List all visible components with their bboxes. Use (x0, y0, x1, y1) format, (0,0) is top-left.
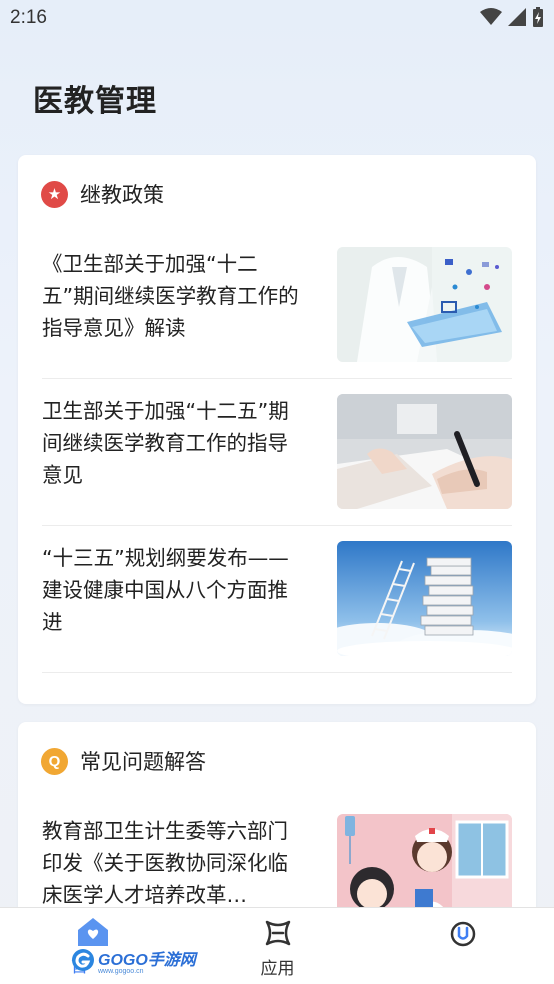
page-title: 医教管理 (33, 84, 157, 119)
profile-icon (450, 921, 475, 947)
star-icon: ★ (41, 180, 68, 208)
faq-card: Q 常见问题解答 教育部卫生计生委等六部门印发《关于医教协同深化临床医学人才培养… (18, 722, 536, 922)
article-thumbnail-signing-document (337, 394, 512, 509)
faq-section-title: 常见问题解答 (80, 750, 206, 774)
article-item[interactable]: “十三五”规划纲要发布——建设健康中国从八个方面推进 (42, 526, 512, 673)
cellular-signal-icon (508, 8, 526, 26)
article-item[interactable]: 《卫生部关于加强“十二五”期间继续医学教育工作的指导意见》解读 (42, 232, 512, 379)
status-time: 2:16 (10, 7, 47, 28)
faq-card-header: Q 常见问题解答 (41, 746, 206, 776)
status-bar: 2:16 (0, 0, 554, 38)
status-icons (480, 7, 544, 27)
article-item[interactable]: 教育部卫生计生委等六部门印发《关于医教协同深化临床医学人才培养改革… (42, 799, 512, 922)
watermark-subtext: www.gogoo.cn (98, 967, 144, 975)
article-title: 卫生部关于加强“十二五”期间继续医学教育工作的指导意见 (42, 399, 289, 487)
wifi-icon (480, 8, 502, 25)
article-title: “十三五”规划纲要发布——建设健康中国从八个方面推进 (42, 546, 289, 634)
policy-card-header: ★ 继教政策 (41, 179, 164, 209)
nav-apps-label: 应用 (260, 959, 295, 979)
article-thumbnail-books-ladder (337, 541, 512, 656)
question-icon: Q (41, 747, 68, 775)
article-thumbnail-nurse-illustration (337, 814, 512, 922)
article-title: 《卫生部关于加强“十二五”期间继续医学教育工作的指导意见》解读 (42, 252, 299, 340)
watermark-g-icon (72, 949, 94, 971)
article-title: 教育部卫生计生委等六部门印发《关于医教协同深化临床医学人才培养改革… (42, 819, 288, 907)
article-thumbnail-doctor-tablet (337, 247, 512, 362)
article-item[interactable]: 卫生部关于加强“十二五”期间继续医学教育工作的指导意见 (42, 379, 512, 526)
watermark-logo: GOGO手游网 www.gogoo.cn (70, 946, 196, 975)
policy-section-title: 继教政策 (80, 183, 164, 207)
home-icon (77, 918, 108, 946)
watermark-text: GOGO手游网 (98, 951, 196, 969)
battery-icon (533, 7, 543, 27)
nav-me[interactable] (425, 908, 500, 984)
apps-icon (265, 920, 290, 946)
nav-apps[interactable]: 应用 (240, 908, 315, 984)
policy-card: ★ 继教政策 《卫生部关于加强“十二五”期间继续医学教育工作的指导意见》解读 卫… (18, 155, 536, 704)
